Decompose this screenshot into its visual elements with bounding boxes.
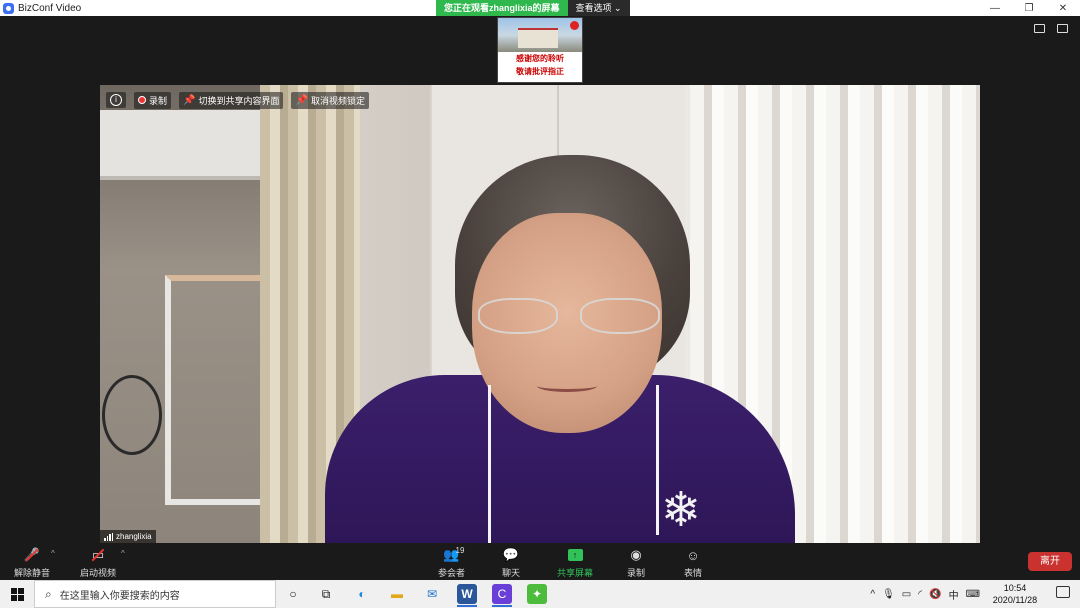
record-indicator[interactable]: 录制	[134, 91, 172, 109]
unmute-label: 解除静音	[14, 568, 51, 578]
shared-screen-thumbnail[interactable]: 感谢您的聆听 敬请批评指正	[497, 17, 583, 83]
emoji-icon: ☺	[686, 547, 700, 563]
windows-logo-icon	[10, 587, 24, 601]
microphone-muted-icon: 🎤	[23, 547, 41, 562]
snowflake-brooch: ❄	[660, 484, 702, 537]
switch-to-share-label: 切换到共享内容界面	[198, 95, 280, 106]
unmute-button[interactable]: 🎤 解除静音	[14, 546, 50, 579]
record-icon	[138, 96, 146, 104]
slide-logo-icon	[570, 21, 579, 30]
record-label: 录制	[149, 95, 168, 106]
share-screen-button[interactable]: ↑ 共享屏幕	[557, 546, 593, 579]
volume-muted-icon[interactable]: 🔇	[929, 589, 941, 600]
start-button[interactable]	[0, 580, 34, 608]
record-circle-icon: ◉	[630, 547, 642, 562]
battery-icon[interactable]: ▭	[902, 589, 911, 600]
meeting-controls-bar: 🎤 解除静音 ^ ▭ 启动视频 ^ 👥 19 参会者 💬 聊天 ↑ 共享屏幕 ◉ …	[0, 543, 1080, 580]
participant-name: zhanglixia	[116, 532, 152, 541]
participants-icon: 👥 19	[443, 546, 465, 562]
system-tray: ^ 🎙 ▭ ◜ 🔇 中 ⌨	[870, 580, 980, 608]
chat-button[interactable]: 💬 聊天	[502, 546, 520, 579]
participants-button[interactable]: 👥 19 参会者	[438, 546, 465, 579]
wifi-icon[interactable]: ◜	[918, 589, 922, 600]
tennis-racket	[102, 375, 162, 455]
clock-date: 2020/11/28	[992, 595, 1038, 605]
mail-icon[interactable]: ✉	[422, 584, 442, 604]
ime-mode-icon[interactable]: ⌨	[966, 589, 980, 600]
air-conditioner	[100, 110, 280, 180]
speaker-view-icon[interactable]	[1034, 24, 1045, 33]
participant-count: 19	[455, 546, 465, 555]
unpin-video-button[interactable]: 📌 取消视频锁定	[291, 91, 369, 109]
windows-taskbar: ⌕ 在这里输入你要搜索的内容 ○ ⧉ ◐ ▬ ✉ W C ✦ ^ 🎙 ▭ ◜ 🔇…	[0, 580, 1080, 608]
reactions-button[interactable]: ☺ 表情	[684, 546, 702, 579]
viewing-banner: 您正在观看zhanglixia的屏幕 查看选项 ⌄	[436, 0, 630, 16]
signal-strength-icon	[104, 532, 113, 541]
unpin-video-label: 取消视频锁定	[310, 95, 365, 106]
top-right-icons	[1034, 24, 1068, 33]
participant-name-tag: zhanglixia	[100, 530, 156, 543]
chat-label: 聊天	[502, 568, 521, 578]
search-placeholder: 在这里输入你要搜索的内容	[59, 590, 180, 602]
info-icon: i	[110, 94, 122, 106]
notification-center-icon[interactable]	[1056, 586, 1070, 598]
viewing-screen-label: 您正在观看zhanglixia的屏幕	[436, 0, 568, 16]
earphone-cable	[488, 385, 491, 543]
minimize-button[interactable]: —	[978, 0, 1012, 16]
task-view-icon[interactable]: ⧉	[316, 584, 336, 604]
window-controls: — ❐ ✕	[978, 0, 1080, 16]
video-options-caret-icon[interactable]: ^	[121, 549, 125, 558]
glasses	[478, 298, 660, 338]
cortana-icon[interactable]: ○	[283, 584, 303, 604]
switch-to-share-button[interactable]: 📌 切换到共享内容界面	[179, 91, 284, 109]
clock-time: 10:54	[1003, 583, 1027, 593]
microphone-tray-icon[interactable]: 🎙	[882, 589, 895, 600]
fullscreen-icon[interactable]	[1057, 24, 1068, 33]
leave-meeting-button[interactable]: 离开	[1028, 552, 1072, 571]
close-button[interactable]: ✕	[1046, 0, 1080, 16]
share-screen-label: 共享屏幕	[557, 568, 594, 578]
restore-button[interactable]: ❐	[1012, 0, 1046, 16]
start-video-button[interactable]: ▭ 启动视频	[80, 546, 116, 579]
file-explorer-icon[interactable]: ▬	[387, 584, 407, 604]
bizconf-taskbar-icon[interactable]: C	[492, 584, 512, 607]
start-video-label: 启动视频	[80, 568, 117, 578]
view-options-button[interactable]: 查看选项 ⌄	[567, 0, 630, 16]
unpin-icon: 📌	[295, 94, 308, 106]
slide-line-1: 感谢您的聆听	[516, 54, 564, 63]
video-camera-off-icon: ▭	[88, 546, 108, 564]
reactions-label: 表情	[684, 568, 703, 578]
window-title: BizConf Video	[18, 2, 82, 14]
record-button[interactable]: ◉ 录制	[627, 546, 645, 579]
video-overlay-toolbar: i 录制 📌 切换到共享内容界面 📌 取消视频锁定	[106, 90, 369, 110]
participant-video: ❄	[100, 85, 980, 543]
record-button-label: 录制	[627, 568, 646, 578]
participants-label: 参会者	[438, 568, 466, 578]
bizconf-logo-icon	[3, 2, 14, 14]
edge-browser-icon[interactable]: ◐	[352, 584, 372, 604]
audio-options-caret-icon[interactable]: ^	[51, 549, 55, 558]
input-method-indicator[interactable]: 中	[949, 587, 959, 602]
chat-icon: 💬	[502, 547, 520, 562]
taskbar-search[interactable]: ⌕ 在这里输入你要搜索的内容	[34, 580, 276, 608]
search-icon: ⌕	[45, 586, 52, 601]
word-icon[interactable]: W	[457, 584, 477, 607]
meeting-info-button[interactable]: i	[106, 92, 126, 108]
tray-expand-icon[interactable]: ^	[870, 589, 875, 600]
wechat-icon[interactable]: ✦	[527, 584, 547, 604]
slide-line-2: 敬请批评指正	[516, 67, 564, 76]
share-screen-icon: ↑	[567, 549, 583, 561]
taskbar-clock[interactable]: 10:54 2020/11/28	[988, 582, 1042, 606]
pin-icon: 📌	[183, 94, 196, 106]
